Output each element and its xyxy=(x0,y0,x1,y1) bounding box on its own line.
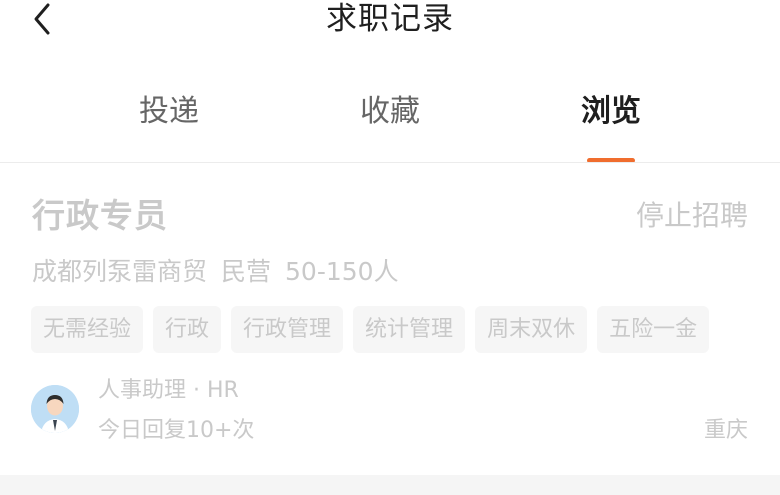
company-info: 成都列泵雷商贸 民营 50-150人 xyxy=(32,255,413,289)
job-tag: 行政管理 xyxy=(231,306,344,353)
job-tag: 统计管理 xyxy=(353,306,466,353)
list-separator xyxy=(0,475,780,495)
recruiter-name-role: 人事助理 · HR xyxy=(98,378,239,403)
job-city: 重庆 xyxy=(703,418,748,443)
recruiter-avatar xyxy=(31,385,79,433)
job-tag: 周末双休 xyxy=(475,306,588,353)
job-tag: 行政 xyxy=(153,306,222,353)
job-title: 行政专员 xyxy=(32,196,168,235)
recruiter-reply-info: 今日回复10+次 xyxy=(98,418,255,443)
company-name: 成都列泵雷商贸 xyxy=(32,257,208,286)
page-title: 求职记录 xyxy=(326,1,454,37)
tab-favorites[interactable]: 收藏 xyxy=(320,92,460,132)
company-type: 民营 xyxy=(221,257,272,286)
person-avatar-icon xyxy=(31,385,79,433)
job-status-label: 停止招聘 xyxy=(635,199,748,232)
job-card[interactable]: 行政专员 停止招聘 成都列泵雷商贸 民营 50-150人 无需经验 行政 行政管理 … xyxy=(0,163,780,475)
tab-browsed[interactable]: 浏览 xyxy=(541,92,681,132)
job-tags: 无需经验 行政 行政管理 统计管理 周末双休 五险一金 xyxy=(31,306,710,353)
job-tag: 无需经验 xyxy=(31,306,144,353)
tab-applied[interactable]: 投递 xyxy=(99,92,239,132)
tab-bar: 投递 收藏 浏览 xyxy=(0,80,780,163)
company-size: 50-150人 xyxy=(285,257,399,286)
job-tag: 五险一金 xyxy=(597,306,710,353)
header-bar: 求职记录 xyxy=(0,0,780,44)
